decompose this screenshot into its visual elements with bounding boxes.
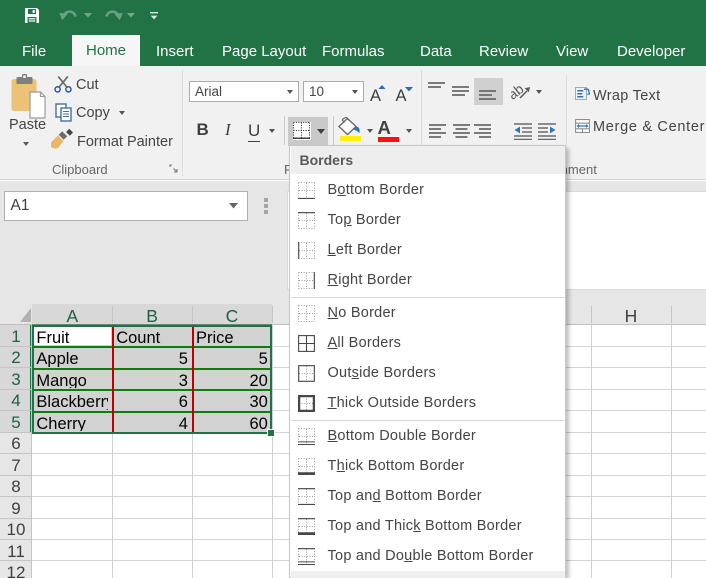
svg-text:ab: ab <box>511 81 527 103</box>
